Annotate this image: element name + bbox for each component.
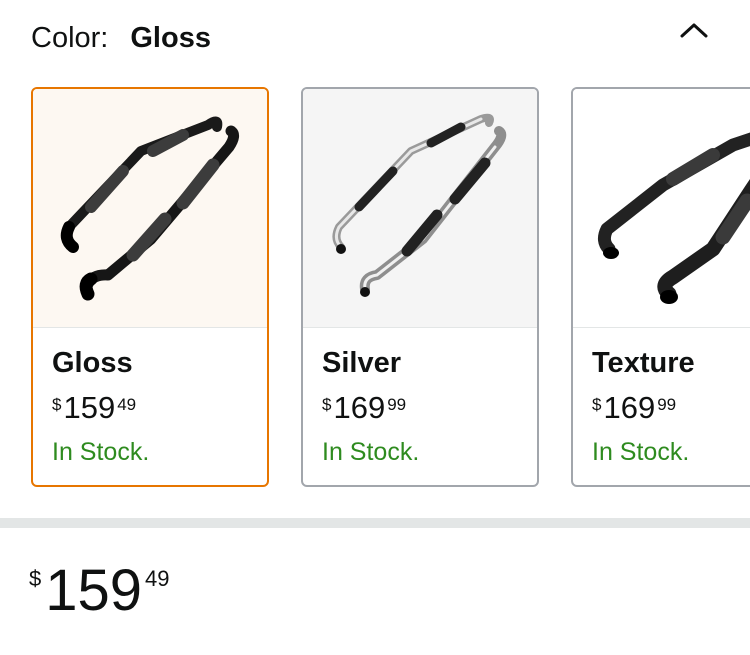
selected-color-value: Gloss	[130, 21, 211, 54]
currency-symbol: $	[592, 395, 602, 414]
color-swatch-list: Gloss $ 159 49 In Stock. Silver $ 169 99…	[0, 87, 750, 490]
swatch-name: Silver	[322, 347, 401, 379]
swatch-price: $ 169 99	[322, 391, 406, 431]
price-whole: 169	[333, 390, 386, 425]
currency-symbol: $	[52, 395, 62, 414]
price-fraction: 99	[657, 395, 677, 414]
swatch-name: Gloss	[52, 347, 133, 379]
currency-symbol: $	[29, 566, 42, 591]
price-whole: 159	[45, 558, 143, 623]
stock-status: In Stock.	[592, 438, 690, 466]
price-whole: 169	[603, 390, 656, 425]
price-fraction: 99	[387, 395, 407, 414]
currency-symbol: $	[322, 395, 332, 414]
product-image	[573, 89, 750, 328]
product-image	[303, 89, 537, 328]
chevron-up-icon	[680, 23, 708, 38]
section-divider	[0, 518, 750, 528]
product-price: $ 159 49	[29, 560, 170, 622]
swatch-name: Texture	[592, 347, 695, 379]
swatch-silver[interactable]: Silver $ 169 99 In Stock.	[301, 87, 539, 487]
color-label: Color:	[31, 21, 109, 54]
price-fraction: 49	[145, 566, 170, 591]
swatch-texture[interactable]: Texture $ 169 99 In Stock.	[571, 87, 750, 487]
color-variation-panel: Color: Gloss Gloss $ 159 49 In Stock. Si…	[0, 0, 750, 655]
product-image	[33, 89, 267, 328]
price-fraction: 49	[117, 395, 137, 414]
stock-status: In Stock.	[52, 438, 150, 466]
color-header: Color: Gloss	[31, 18, 211, 58]
swatch-price: $ 159 49	[52, 391, 136, 431]
price-whole: 159	[63, 390, 116, 425]
swatch-gloss[interactable]: Gloss $ 159 49 In Stock.	[31, 87, 269, 487]
stock-status: In Stock.	[322, 438, 420, 466]
swatch-price: $ 169 99	[592, 391, 676, 431]
collapse-toggle-button[interactable]	[672, 12, 716, 48]
